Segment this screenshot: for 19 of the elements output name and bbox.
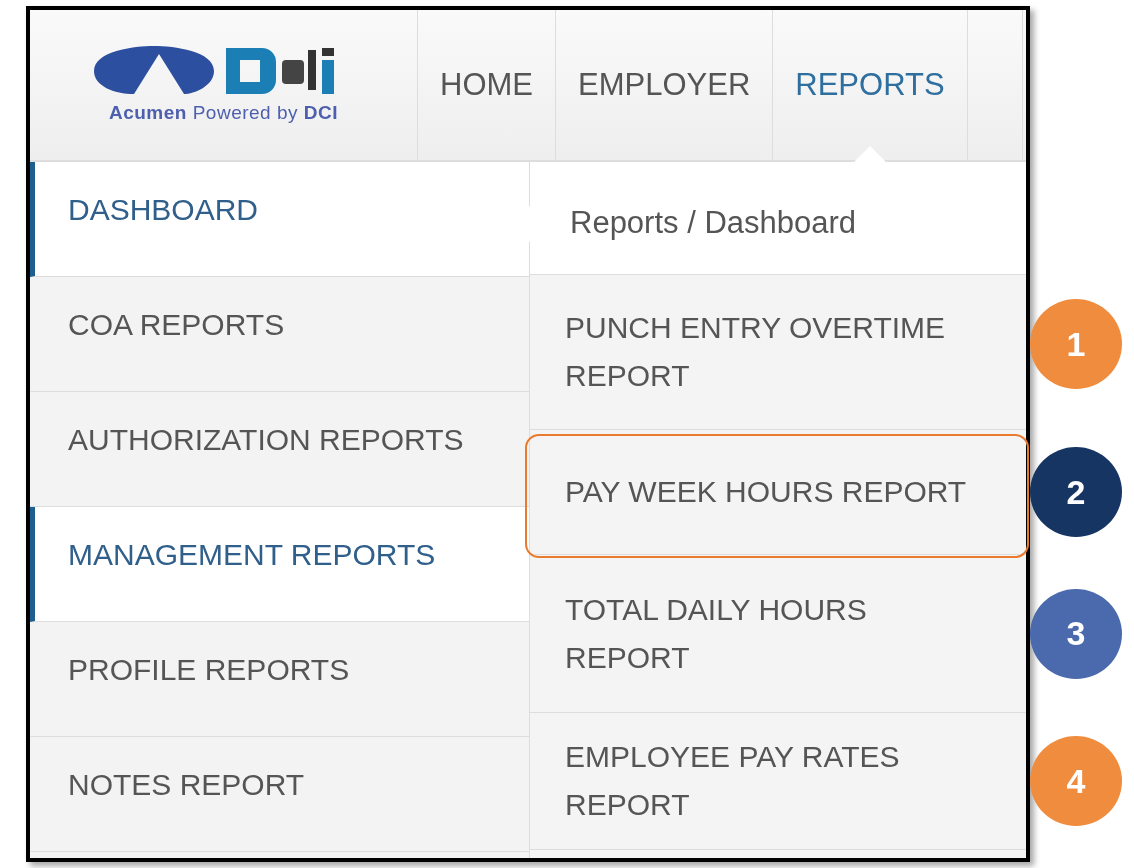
sidebar-item[interactable]: MANAGEMENT REPORTS [30,507,529,622]
step-badge: 3 [1030,588,1122,679]
sidebar-item[interactable]: AUTHORIZATION REPORTS [30,392,529,507]
step-badge: 2 [1030,447,1122,537]
sidebar-item[interactable]: NOTES REPORT [30,737,529,852]
submenu-item[interactable]: PUNCH ENTRY OVERTIME REPORT [565,304,965,400]
step-badge: 4 [1030,736,1122,826]
step-badge: 1 [1030,299,1122,389]
sidebar-item[interactable]: PROFILE REPORTS [30,622,529,737]
sidebar-item[interactable]: DASHBOARD [30,162,529,277]
nav-tab[interactable]: REPORTS [773,10,968,160]
submenu-item[interactable]: EMPLOYEE PAY RATES REPORT [565,733,965,829]
logo-tagline: Acumen Powered by DCI [108,102,339,124]
submenu-item[interactable]: TOTAL DAILY HOURS REPORT [565,585,965,682]
sidebar-item[interactable]: COA REPORTS [30,277,529,392]
submenu-item[interactable]: PAY WEEK HOURS REPORT [565,468,967,516]
nav-tab[interactable]: EMPLOYER [556,10,774,160]
nav-tab[interactable]: HOME [418,10,556,160]
breadcrumb: Reports / Dashboard [570,205,857,241]
